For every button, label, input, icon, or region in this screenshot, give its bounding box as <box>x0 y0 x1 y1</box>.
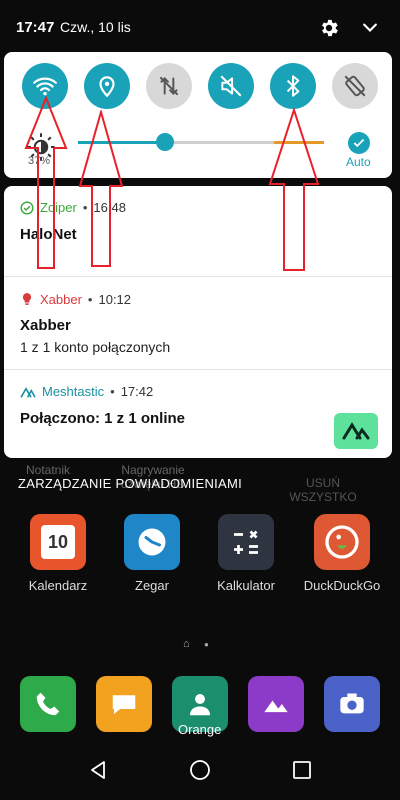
status-time: 17:47 <box>16 19 55 36</box>
check-icon <box>353 138 365 148</box>
status-date: Czw., 10 lis <box>60 19 131 35</box>
phone-app[interactable] <box>20 676 76 732</box>
separator-dot: • <box>110 384 115 399</box>
meshtastic-large-icon <box>334 413 378 449</box>
notification-app-name: Xabber <box>40 291 82 307</box>
notification-app-name: Meshtastic <box>42 384 105 399</box>
volume-off-icon <box>220 75 242 97</box>
carrier-label: Orange <box>178 722 222 737</box>
annotation-arrow-bluetooth <box>268 108 320 271</box>
back-icon[interactable] <box>86 758 110 782</box>
app-label: DuckDuckGo <box>303 578 381 593</box>
notification-title: Połączono: 1 z 1 online <box>20 410 186 427</box>
auto-brightness-label: Auto <box>346 155 371 169</box>
app-label: Kalkulator <box>217 578 275 593</box>
messages-app[interactable] <box>96 676 152 732</box>
phone-icon <box>36 692 60 716</box>
annotation-arrow-wifi <box>24 96 68 269</box>
meshtastic-icon <box>20 386 36 397</box>
status-bar: 17:47 Czw., 10 lis <box>0 0 400 54</box>
camera-icon <box>340 693 364 714</box>
xabber-bulb-icon <box>22 293 32 305</box>
bluetooth-icon <box>286 75 300 97</box>
location-pin-icon <box>99 76 115 98</box>
app-label: Kalendarz <box>28 578 88 593</box>
clock-icon <box>124 514 180 570</box>
clear-all-button[interactable]: USUŃ WSZYSTKO <box>288 476 358 504</box>
duckduckgo-icon <box>314 514 370 570</box>
data-transfer-off-icon <box>159 76 179 96</box>
chevron-down-icon[interactable] <box>360 18 380 38</box>
location-tile[interactable] <box>84 63 130 109</box>
home-icon[interactable] <box>188 758 212 782</box>
calendar-icon: 10 <box>30 514 86 570</box>
notification-title: Xabber <box>20 317 71 334</box>
gear-icon[interactable] <box>318 17 340 39</box>
recents-icon[interactable] <box>290 758 314 782</box>
app-label: Zegar <box>135 578 169 593</box>
manage-notifications-button[interactable]: ZARZĄDZANIE POWIADOMIENIAMI <box>18 476 242 491</box>
notification-text: 1 z 1 konto połączonych <box>20 339 171 355</box>
camera-app[interactable] <box>324 676 380 732</box>
home-page-indicator-icon: ⌂ <box>183 638 190 650</box>
notification-time: 10:12 <box>98 291 132 307</box>
sound-tile[interactable] <box>208 63 254 109</box>
gallery-app[interactable] <box>248 676 304 732</box>
notification-xabber[interactable]: Xabber • 10:12 Xabber 1 z 1 konto połącz… <box>4 277 392 369</box>
ghost-app-label: Notatnik <box>26 463 71 477</box>
auto-brightness-toggle[interactable] <box>348 132 370 154</box>
app-zegar[interactable]: Zegar <box>122 514 182 593</box>
bluetooth-tile[interactable] <box>270 63 316 109</box>
app-kalendarz[interactable]: 10 Kalendarz <box>28 514 88 593</box>
app-duckduckgo[interactable]: DuckDuckGo <box>304 514 380 593</box>
auto-rotate-tile[interactable] <box>332 63 378 109</box>
separator-dot: • <box>87 291 93 307</box>
calendar-day: 10 <box>41 525 75 559</box>
app-kalkulator[interactable]: Kalkulator <box>216 514 276 593</box>
contact-icon <box>190 694 210 716</box>
page-dot-icon: ● <box>204 640 209 649</box>
gallery-icon <box>264 700 288 713</box>
rotate-off-icon <box>344 75 366 97</box>
mobile-data-tile[interactable] <box>146 63 192 109</box>
notification-time: 17:42 <box>120 384 154 399</box>
annotation-arrow-location <box>78 110 124 267</box>
calculator-icon <box>218 514 274 570</box>
message-icon <box>112 695 136 714</box>
brightness-slider-thumb[interactable] <box>156 133 175 151</box>
